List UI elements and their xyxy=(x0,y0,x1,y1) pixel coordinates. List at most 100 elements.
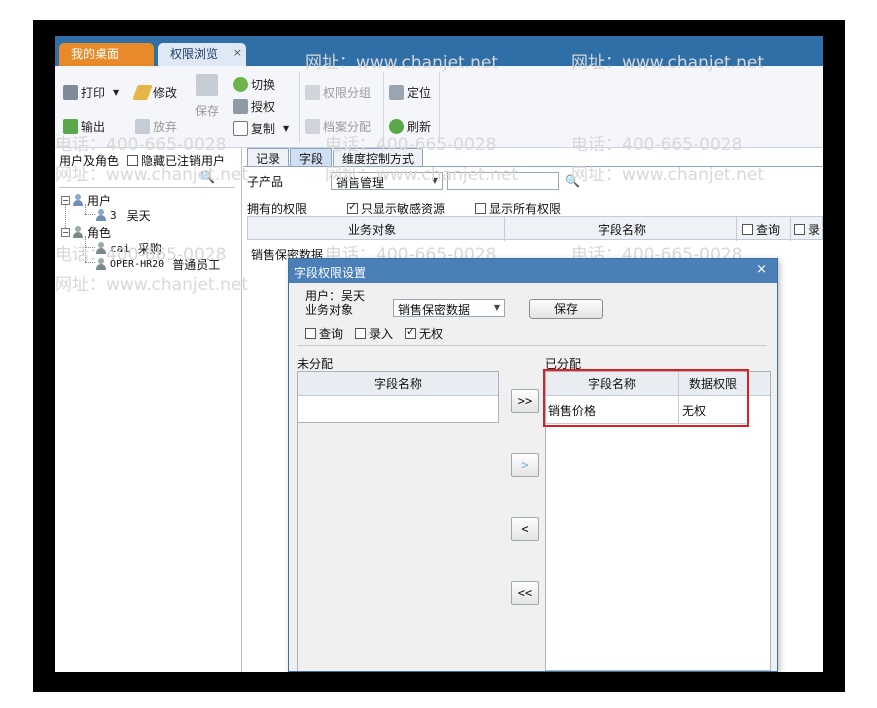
role-name: 采购 xyxy=(137,242,162,256)
copy-label: 复制 xyxy=(251,122,276,136)
printer-icon xyxy=(63,85,78,100)
sub-tabs: 记录 字段 维度控制方式 xyxy=(247,148,424,166)
entry-column-checkbox[interactable] xyxy=(794,224,805,235)
tab-label: 我的桌面 xyxy=(71,47,120,61)
tree-label: 角色 xyxy=(87,226,112,240)
pencil-icon xyxy=(132,85,153,100)
none-checkbox[interactable] xyxy=(405,325,417,339)
user-icon xyxy=(95,209,107,222)
authorize-label: 授权 xyxy=(251,100,276,114)
subproduct-row: 子产品 销售管理 ▼ 🔍 xyxy=(247,172,580,190)
export-label: 输出 xyxy=(81,120,106,134)
sensitive-only-checkbox[interactable] xyxy=(347,200,359,214)
locate-label: 定位 xyxy=(407,86,432,100)
chevron-down-icon: ▼ xyxy=(493,303,500,312)
tab-permission-browse[interactable]: 权限浏览 × xyxy=(158,43,246,66)
tab-my-desktop[interactable]: 我的桌面 xyxy=(59,43,154,66)
toolbar-separator xyxy=(383,72,384,142)
dialog-save-button[interactable]: 保存 xyxy=(529,299,603,319)
archive-assign-button[interactable]: 档案分配 xyxy=(305,118,371,135)
show-all-label: 显示所有权限 xyxy=(489,202,562,216)
chevron-down-icon[interactable]: ▼ xyxy=(283,124,289,133)
unassign-selected-button[interactable]: < xyxy=(511,517,539,541)
tab-record[interactable]: 记录 xyxy=(247,148,290,166)
copy-icon xyxy=(233,121,248,136)
refresh-button[interactable]: 刷新 xyxy=(389,118,431,135)
unassign-all-button[interactable]: << xyxy=(511,581,539,605)
subproduct-filter-input[interactable] xyxy=(447,172,560,190)
binoculars-search-icon[interactable]: 🔍 xyxy=(200,170,215,184)
unassigned-label: 未分配 xyxy=(297,357,334,371)
save-button[interactable]: 保存 xyxy=(195,74,219,119)
assign-selected-button[interactable]: > xyxy=(511,453,539,477)
query-checkbox[interactable] xyxy=(305,328,316,339)
user-name: 吴天 xyxy=(126,209,151,223)
owned-permission-label: 拥有的权限 xyxy=(247,202,308,216)
dialog-title-bar: 字段权限设置 × xyxy=(289,259,777,283)
locate-button[interactable]: 定位 xyxy=(389,84,431,101)
unassigned-list-extent xyxy=(297,423,499,671)
app-window: 我的桌面 权限浏览 × 打印 ▼ 修改 保存 切换 授权 复制 ▼ 权限分组 档… xyxy=(55,36,823,672)
pane-title: 用户及角色 xyxy=(59,154,120,168)
chevron-down-icon[interactable]: ▼ xyxy=(113,88,119,97)
collapse-icon[interactable]: − xyxy=(61,196,70,205)
group-icon xyxy=(305,85,320,100)
toolbar-separator xyxy=(299,72,300,142)
discard-icon xyxy=(135,119,150,134)
column-field-name: 字段名称 xyxy=(598,223,647,237)
tree-node-role-oper-hr20[interactable]: OPER-HR20 普通员工 xyxy=(95,256,220,273)
assign-all-button[interactable]: >> xyxy=(511,389,539,413)
subproduct-value: 销售管理 xyxy=(336,176,385,190)
owned-permission-row: 拥有的权限 只显示敏感资源 显示所有权限 xyxy=(247,200,561,217)
query-column-checkbox[interactable] xyxy=(742,224,753,235)
column-entry[interactable]: 录 xyxy=(794,221,820,238)
tab-label: 权限浏览 xyxy=(170,47,219,61)
column-query[interactable]: 查询 xyxy=(742,221,780,238)
permission-options-row: 查询 录入 无权 xyxy=(301,325,443,342)
archive-assign-label: 档案分配 xyxy=(323,120,372,134)
toolbar: 打印 ▼ 修改 保存 切换 授权 复制 ▼ 权限分组 档案分配 定位 刷新 输出… xyxy=(55,66,823,148)
subproduct-select[interactable]: 销售管理 ▼ xyxy=(331,172,444,190)
locate-icon xyxy=(389,85,404,100)
dialog-body: 用户：吴天 业务对象 销售保密数据 ▼ 保存 查询 录入 无权 未分配 已分配 xyxy=(289,283,777,671)
show-all-checkbox[interactable] xyxy=(475,203,487,214)
switch-button[interactable]: 切换 xyxy=(233,76,275,93)
print-button[interactable]: 打印 ▼ xyxy=(63,84,119,101)
permission-group-label: 权限分组 xyxy=(323,86,372,100)
tab-dimension-control[interactable]: 维度控制方式 xyxy=(333,148,424,166)
business-object-select[interactable]: 销售保密数据 ▼ xyxy=(393,299,505,317)
discard-button[interactable]: 放弃 xyxy=(135,118,177,135)
column-query-label: 查询 xyxy=(756,223,781,237)
dialog-divider xyxy=(297,345,767,346)
column-separator xyxy=(790,217,791,241)
tree-line xyxy=(85,262,95,263)
close-icon[interactable]: × xyxy=(756,262,767,277)
export-button[interactable]: 输出 xyxy=(63,118,105,135)
dialog-business-label: 业务对象 xyxy=(305,303,354,317)
unassigned-field-list[interactable]: 字段名称 xyxy=(297,371,499,423)
chevron-down-icon: ▼ xyxy=(431,176,439,185)
column-field-name: 字段名称 xyxy=(373,377,422,391)
tree-node-role-cai[interactable]: cai 采购 xyxy=(95,240,162,257)
close-icon[interactable]: × xyxy=(233,46,242,59)
permission-group-button[interactable]: 权限分组 xyxy=(305,84,371,101)
role-code: OPER-HR20 xyxy=(110,259,165,270)
switch-label: 切换 xyxy=(251,78,276,92)
collapse-icon[interactable]: − xyxy=(61,228,70,237)
entry-label: 录入 xyxy=(369,327,394,341)
copy-button[interactable]: 复制 ▼ xyxy=(233,120,289,137)
floppy-disk-icon xyxy=(196,74,218,96)
subproduct-label: 子产品 xyxy=(247,174,284,189)
tree-node-user-wutian[interactable]: 3 吴天 xyxy=(95,207,151,224)
hide-deactivated-checkbox[interactable] xyxy=(127,155,139,166)
edit-button[interactable]: 修改 xyxy=(132,84,177,101)
tree-node-roles[interactable]: − 角色 xyxy=(61,224,111,241)
role-icon xyxy=(95,242,107,255)
archive-icon xyxy=(305,119,320,134)
tab-field[interactable]: 字段 xyxy=(290,148,333,166)
toolbar-separator xyxy=(439,72,440,142)
entry-checkbox[interactable] xyxy=(355,328,367,339)
binoculars-search-icon[interactable]: 🔍 xyxy=(565,174,580,188)
user-code: 3 xyxy=(110,209,117,222)
authorize-button[interactable]: 授权 xyxy=(233,98,275,115)
